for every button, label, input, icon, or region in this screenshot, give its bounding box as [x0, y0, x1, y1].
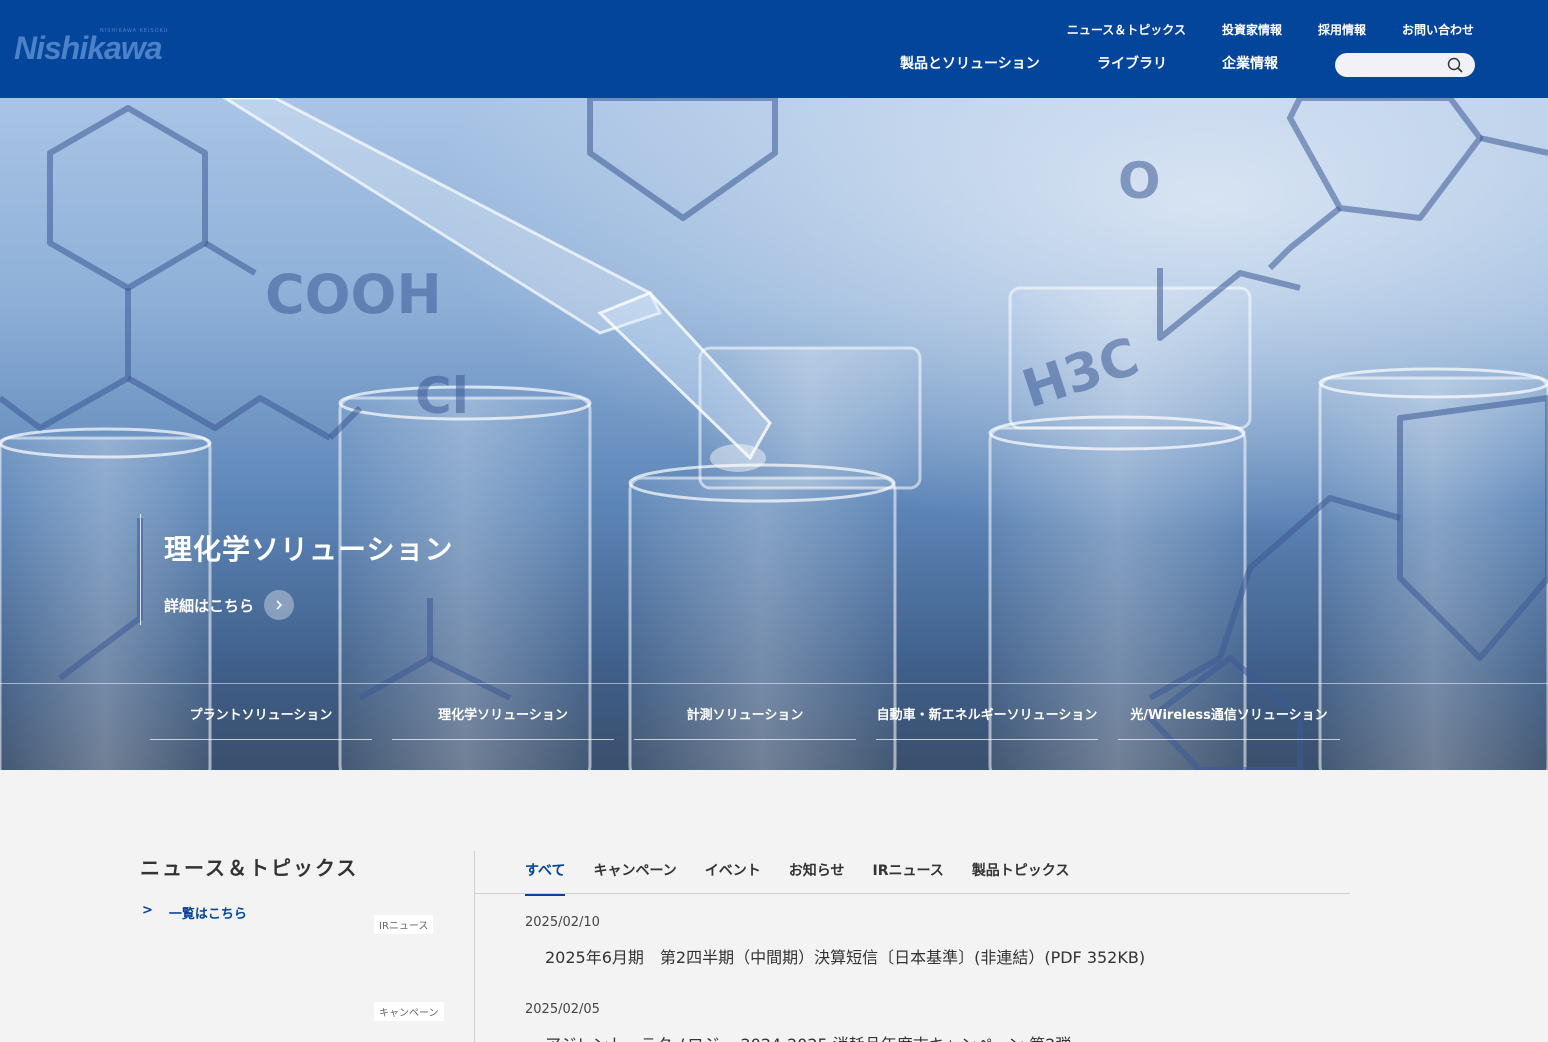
hero-more-link[interactable]: 詳細はこちら — [164, 590, 453, 620]
formula-cooh: COOH — [265, 263, 442, 326]
search-input[interactable] — [1335, 53, 1475, 77]
nav-recruit[interactable]: 採用情報 — [1318, 21, 1366, 38]
site-logo[interactable]: Nishikawa — [14, 30, 163, 67]
nav-investor[interactable]: 投資家情報 — [1222, 21, 1282, 38]
tab-all[interactable]: すべて — [525, 860, 566, 896]
chevron-right-icon[interactable] — [264, 590, 295, 620]
news-headline[interactable]: 2025年6月期 第2四半期（中間期）決算短信〔日本基準〕(非連結）(PDF 3… — [545, 944, 1145, 968]
news-item[interactable]: 2025/02/10 2025年6月期 第2四半期（中間期）決算短信〔日本基準〕… — [525, 915, 1145, 968]
solution-automotive[interactable]: 自動車・新エネルギーソリューション — [876, 698, 1098, 740]
section-divider — [474, 851, 475, 1042]
tab-event[interactable]: イベント — [705, 860, 761, 896]
formula-cl: Cl — [415, 367, 469, 425]
hero-banner: COOH Cl H3C O 理化学ソリューション 詳細はこちら プラントソリュー… — [0, 98, 1548, 770]
formula-o: O — [1118, 152, 1161, 210]
solution-plant[interactable]: プラントソリューション — [150, 698, 372, 740]
hero-background-image: COOH Cl H3C O — [0, 98, 1548, 770]
news-date: 2025/02/10 — [525, 915, 600, 930]
news-date: 2025/02/05 — [525, 1002, 600, 1017]
chevron-right-icon: > — [142, 903, 153, 918]
hero-title: 理化学ソリューション — [164, 533, 454, 566]
hero-more-label: 詳細はこちら — [164, 596, 255, 615]
solution-science[interactable]: 理化学ソリューション — [392, 698, 614, 740]
nav-company[interactable]: 企業情報 — [1222, 53, 1278, 73]
tabs-underline — [475, 893, 1350, 894]
news-view-all-label: 一覧はこちら — [168, 907, 247, 922]
nav-contact[interactable]: お問い合わせ — [1402, 21, 1474, 38]
search-icon[interactable] — [1447, 57, 1463, 73]
solution-measurement[interactable]: 計測ソリューション — [634, 698, 856, 740]
news-section-title: ニュース＆トピックス — [140, 856, 359, 880]
news-view-all-link[interactable]: > 一覧はこちら — [142, 903, 247, 922]
news-tabs: すべて キャンペーン イベント お知らせ IRニュース 製品トピックス — [525, 860, 1069, 896]
category-badge-campaign: キャンペーン — [374, 1002, 444, 1021]
nav-library[interactable]: ライブラリ — [1097, 53, 1222, 73]
solution-wireless[interactable]: 光/Wireless通信ソリューション — [1118, 698, 1340, 740]
tab-product-topics[interactable]: 製品トピックス — [972, 860, 1070, 896]
nav-news-topics[interactable]: ニュース＆トピックス — [1067, 21, 1186, 38]
category-badge-ir: IRニュース — [374, 915, 434, 934]
tab-notice[interactable]: お知らせ — [789, 860, 845, 896]
main-nav: 製品とソリューション ライブラリ 企業情報 — [900, 53, 1278, 73]
hero-caption: 理化学ソリューション 詳細はこちら — [140, 514, 453, 625]
logo-subtext: NISHIKAWA KEISOKU — [100, 28, 169, 34]
news-headline[interactable]: アジレント・テクノロジー 2024-2025 消耗品年度末キャンペーン 第2弾 — [545, 1031, 1071, 1042]
site-header: Nishikawa NISHIKAWA KEISOKU ニュース＆トピックス 投… — [0, 0, 1548, 98]
nav-products[interactable]: 製品とソリューション — [900, 53, 1097, 73]
utility-nav: ニュース＆トピックス 投資家情報 採用情報 お問い合わせ — [1067, 21, 1474, 38]
news-item[interactable]: 2025/02/05 アジレント・テクノロジー 2024-2025 消耗品年度末… — [525, 1002, 1071, 1042]
solution-tabs: プラントソリューション 理化学ソリューション 計測ソリューション 自動車・新エネ… — [150, 698, 1340, 740]
tab-campaign[interactable]: キャンペーン — [593, 860, 676, 896]
tab-ir-news[interactable]: IRニュース — [873, 860, 944, 896]
hero-divider — [0, 683, 1548, 684]
